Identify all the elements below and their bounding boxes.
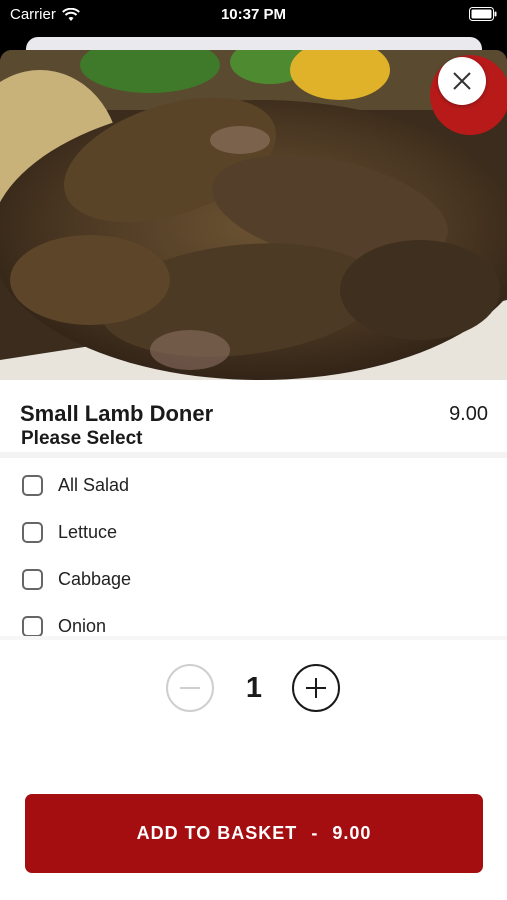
item-photo: [0, 50, 507, 380]
checkbox[interactable]: [22, 475, 43, 496]
increase-quantity-button[interactable]: [292, 664, 340, 712]
option-all-salad[interactable]: All Salad: [22, 462, 131, 509]
close-icon: [453, 72, 471, 90]
status-bar: Carrier 10:37 PM: [0, 0, 507, 30]
checkbox[interactable]: [22, 616, 43, 637]
option-label: All Salad: [58, 475, 130, 495]
order-panel: 1 ADD TO BASKET - 9.00: [0, 636, 507, 873]
add-button-label: ADD TO BASKET: [136, 823, 298, 843]
close-button[interactable]: [438, 57, 486, 105]
option-cabbage[interactable]: Cabbage: [22, 556, 131, 603]
option-label: Cabbage: [58, 569, 132, 589]
option-lettuce[interactable]: Lettuce: [22, 509, 131, 556]
checkbox[interactable]: [22, 522, 43, 543]
add-button-price: 9.00: [332, 823, 372, 843]
status-time: 10:37 PM: [220, 6, 287, 23]
item-price: 9.00: [449, 403, 488, 425]
options-title: Please Select: [21, 428, 143, 449]
decrease-quantity-button[interactable]: [166, 664, 214, 712]
add-button-separator: -: [311, 823, 319, 843]
quantity-value: 1: [245, 672, 263, 704]
quantity-stepper: 1: [0, 664, 507, 714]
checkbox[interactable]: [22, 569, 43, 590]
option-label: Lettuce: [58, 522, 118, 542]
add-to-basket-button[interactable]: ADD TO BASKET - 9.00: [25, 794, 483, 873]
item-name: Small Lamb Doner: [20, 401, 214, 426]
options-list: All Salad Lettuce Cabbage Onion: [22, 462, 131, 650]
option-label: Onion: [58, 616, 107, 636]
minus-icon: [180, 687, 200, 689]
plus-icon: [306, 678, 326, 698]
battery-icon: [469, 7, 497, 25]
